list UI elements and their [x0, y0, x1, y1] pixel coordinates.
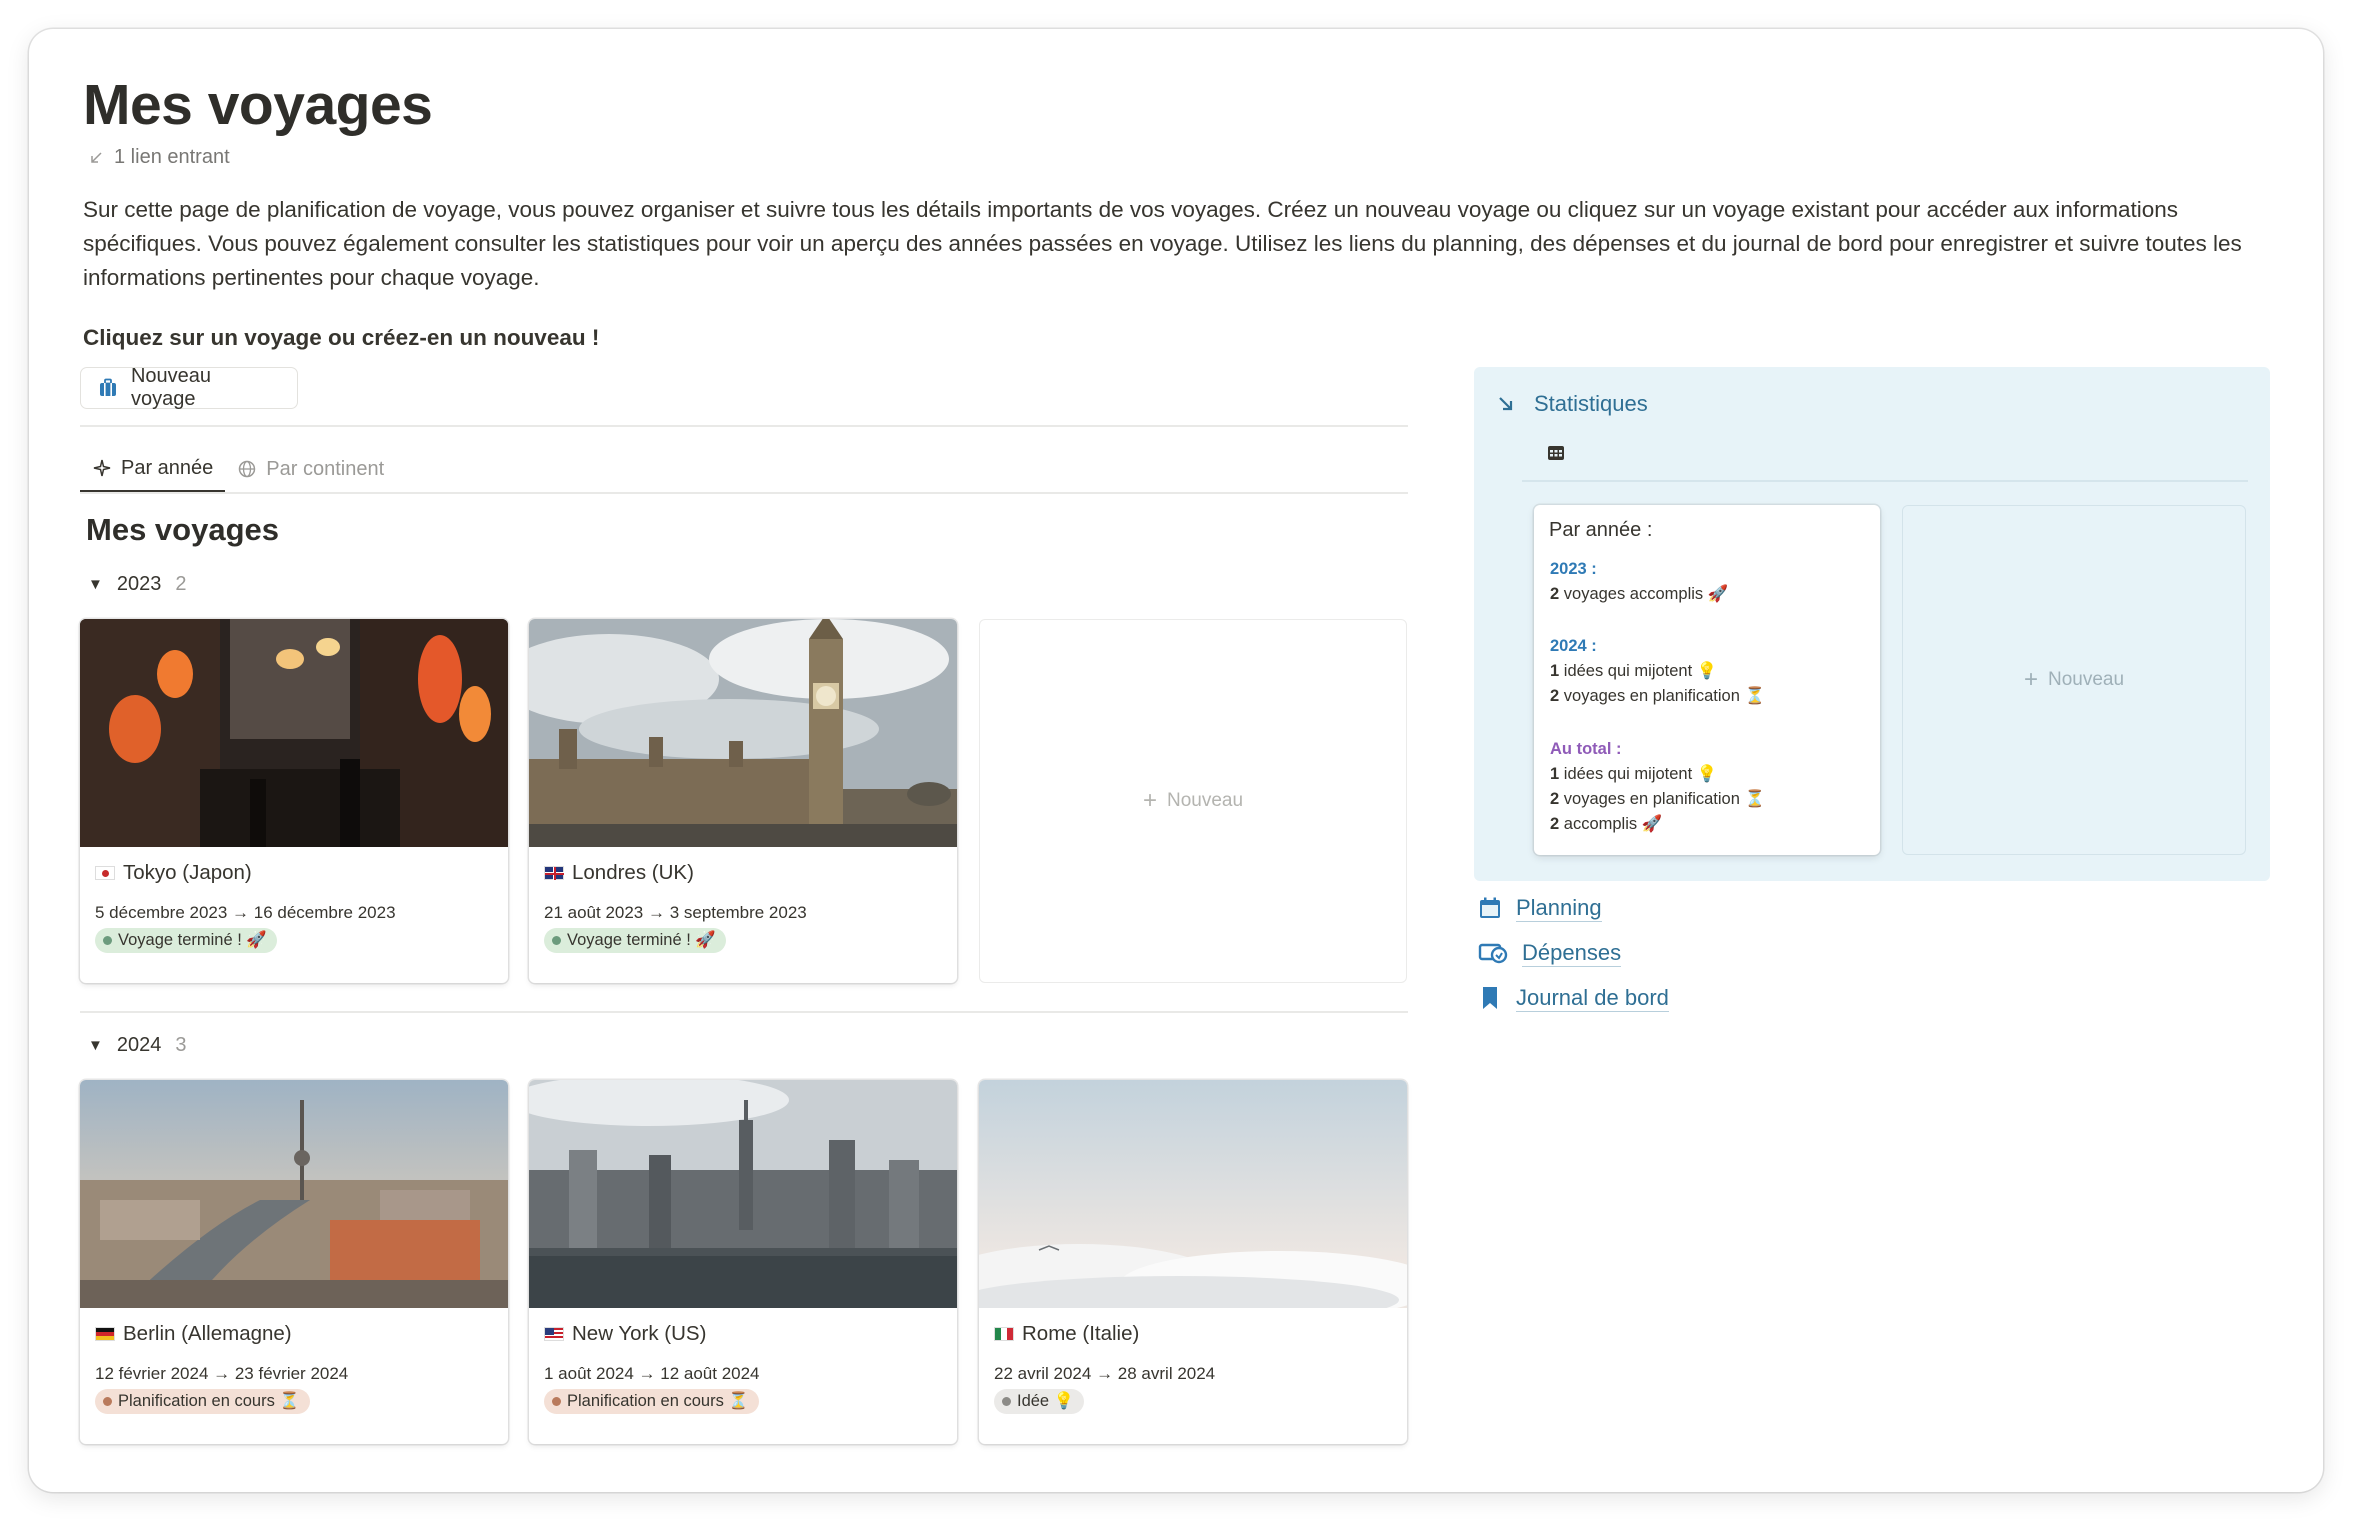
trip-name: Rome (Italie) — [994, 1322, 1139, 1346]
cover-image-tokyo — [80, 619, 508, 847]
trip-dates: 22 avril 2024 → 28 avril 2024 — [994, 1364, 1216, 1383]
trip-name: Berlin (Allemagne) — [95, 1322, 292, 1346]
collapse-triangle-icon: ▼ — [88, 576, 103, 593]
status-badge: Voyage terminé ! 🚀 — [95, 928, 277, 953]
stats-new-card[interactable]: + Nouveau — [1902, 505, 2246, 855]
stat-2023-done: 2 voyages accomplis 🚀 — [1550, 585, 1729, 603]
trip-name: New York (US) — [544, 1322, 706, 1346]
suitcase-icon — [99, 378, 116, 396]
trip-dates: 21 août 2023 → 3 septembre 2023 — [544, 903, 807, 922]
link-depenses[interactable]: Dépenses — [1478, 939, 1622, 967]
cover-image-new-york — [529, 1080, 957, 1308]
intro-text: Sur cette page de planification de voyag… — [83, 197, 2242, 290]
collapse-triangle-icon: ▼ — [88, 1037, 103, 1054]
view-tabs: Par année Par continent — [80, 446, 396, 492]
call-to-action: Cliquez sur un voyage ou créez-en un nou… — [83, 325, 600, 350]
germany-flag-icon — [95, 1327, 115, 1341]
trip-dates: 5 décembre 2023 → 16 décembre 2023 — [95, 903, 396, 922]
group-year: 2023 — [116, 573, 162, 595]
uk-flag-icon — [544, 866, 564, 880]
bookmark-icon — [1483, 987, 1497, 1009]
stats-card[interactable]: Par année : 2023 : 2 voyages accomplis 🚀… — [1534, 505, 1880, 855]
trip-name: Londres (UK) — [544, 861, 694, 885]
year-2023-label: 2023 : — [1550, 560, 1597, 578]
status-dot — [552, 936, 561, 945]
stat-total-ideas: 1 idées qui mijotent 💡 — [1550, 765, 1718, 783]
group-header-2024[interactable]: ▼ 2024 3 — [88, 1034, 186, 1057]
arrow-down-left-icon — [91, 151, 102, 163]
italy-flag-icon — [994, 1327, 1014, 1341]
status-dot — [103, 936, 112, 945]
usa-flag-icon — [544, 1327, 564, 1341]
trip-card-rome[interactable]: Rome (Italie) 22 avril 2024 → 28 avril 2… — [979, 1080, 1407, 1444]
stat-2024-ideas: 1 idées qui mijotent 💡 — [1550, 662, 1718, 680]
tab-par-continent[interactable]: Par continent — [225, 446, 396, 492]
tab-label: Par année — [121, 456, 214, 479]
stats-divider — [1522, 480, 2248, 482]
stats-link[interactable]: Statistiques — [1496, 391, 1648, 417]
stat-total-planning: 2 voyages en planification ⏳ — [1550, 790, 1766, 808]
sparkle-icon — [93, 459, 111, 477]
status-badge: Planification en cours ⏳ — [95, 1389, 310, 1414]
new-trip-button[interactable]: Nouveau voyage — [80, 365, 298, 410]
stats-title: Statistiques — [1534, 391, 1648, 416]
divider — [80, 425, 1408, 427]
group-count: 3 — [175, 1034, 187, 1056]
calendar-icon — [1480, 897, 1500, 918]
trip-card-london[interactable]: Londres (UK) 21 août 2023 → 3 septembre … — [529, 619, 957, 983]
backlinks[interactable]: 1 lien entrant — [88, 146, 230, 169]
table-view-icon[interactable] — [1546, 443, 1566, 468]
status-badge: Voyage terminé ! 🚀 — [544, 928, 726, 953]
link-journal[interactable]: Journal de bord — [1478, 984, 1669, 1012]
group-year: 2024 — [116, 1034, 162, 1056]
globe-icon — [239, 460, 256, 478]
tab-label: Par continent — [266, 457, 385, 480]
trip-name: Tokyo (Japon) — [95, 861, 252, 885]
trip-card-berlin[interactable]: Berlin (Allemagne) 12 février 2024 → 23 … — [80, 1080, 508, 1444]
plus-icon: + — [2023, 666, 2038, 693]
group-header-2023[interactable]: ▼ 2023 2 — [88, 573, 186, 596]
group-count: 2 — [175, 573, 187, 595]
cover-image-rome — [979, 1080, 1407, 1308]
status-dot — [552, 1397, 561, 1406]
cover-image-berlin — [80, 1080, 508, 1308]
database-title: Mes voyages — [86, 512, 279, 547]
trip-card-new-york[interactable]: New York (US) 1 août 2024 → 12 août 2024… — [529, 1080, 957, 1444]
stats-panel: Statistiques Par année : 2023 : 2 voyage… — [1474, 367, 2270, 881]
tab-par-annee[interactable]: Par année — [80, 446, 226, 492]
tabs-divider — [80, 492, 1408, 494]
trip-dates: 1 août 2024 → 12 août 2024 — [544, 1364, 760, 1383]
japan-flag-icon — [95, 866, 115, 880]
status-dot — [1002, 1397, 1011, 1406]
trip-card-tokyo[interactable]: Tokyo (Japon) 5 décembre 2023 → 16 décem… — [80, 619, 508, 983]
status-badge: Idée 💡 — [994, 1389, 1085, 1414]
plus-icon: + — [1142, 787, 1157, 814]
page-title: Mes voyages — [83, 73, 433, 137]
cover-image-london — [529, 619, 957, 847]
group-divider — [80, 1011, 1408, 1013]
status-dot — [103, 1397, 112, 1406]
trip-dates: 12 février 2024 → 23 février 2024 — [95, 1364, 349, 1383]
new-card-2023[interactable]: + Nouveau — [979, 619, 1407, 983]
status-badge: Planification en cours ⏳ — [544, 1389, 759, 1414]
arrow-down-right-icon — [1499, 397, 1513, 411]
stat-2024-planning: 2 voyages en planification ⏳ — [1550, 687, 1766, 705]
new-trip-label: Nouveau voyage — [130, 365, 212, 410]
total-label: Au total : — [1550, 740, 1622, 758]
stats-card-heading: Par année : — [1549, 519, 1653, 541]
link-planning[interactable]: Planning — [1478, 894, 1602, 922]
year-2024-label: 2024 : — [1550, 637, 1597, 655]
money-icon — [1478, 943, 1508, 964]
stat-total-done: 2 accomplis 🚀 — [1550, 815, 1663, 833]
backlinks-label: 1 lien entrant — [114, 146, 230, 168]
